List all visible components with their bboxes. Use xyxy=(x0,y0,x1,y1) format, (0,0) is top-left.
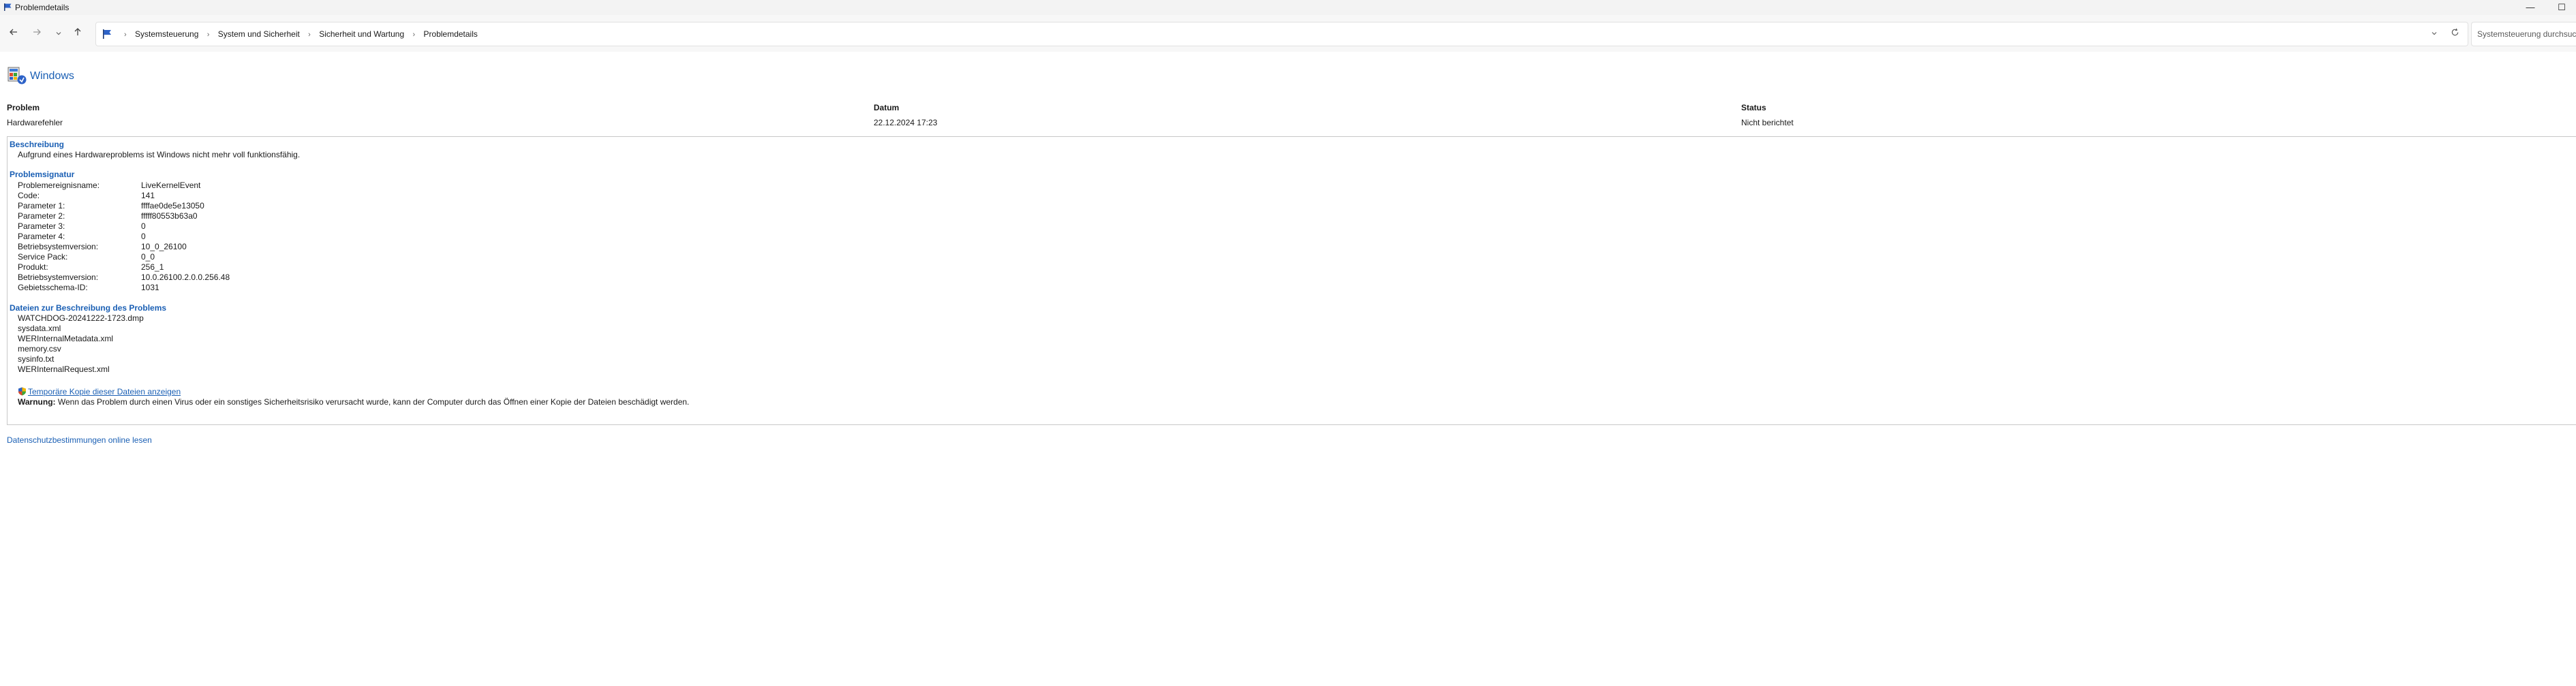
signature-value: 0 xyxy=(141,232,146,241)
warning-text: Wenn das Problem durch einen Virus oder … xyxy=(55,397,690,407)
privacy-link[interactable]: Datenschutzbestimmungen online lesen xyxy=(7,435,152,445)
description-text: Aufgrund eines Hardwareproblems ist Wind… xyxy=(18,150,301,159)
forward-button[interactable] xyxy=(29,27,44,42)
warning-label: Warnung: xyxy=(18,397,56,407)
chevron-down-icon xyxy=(2432,32,2437,35)
signature-label: Parameter 3: xyxy=(18,221,65,231)
recent-locations-button[interactable] xyxy=(51,27,66,42)
file-item: WATCHDOG-20241222-1723.dmp xyxy=(18,313,144,323)
breadcrumb: › Systemsteuerung › System und Sicherhei… xyxy=(118,22,478,46)
signature-label: Betriebsystemversion: xyxy=(18,242,99,251)
status-label: Status xyxy=(1741,103,1766,112)
navigation-bar: › Systemsteuerung › System und Sicherhei… xyxy=(0,15,2576,52)
file-item: WERInternalMetadata.xml xyxy=(18,334,114,343)
signature-label: Produkt: xyxy=(18,262,48,272)
signature-label: Parameter 4: xyxy=(18,232,65,241)
date-label: Datum xyxy=(874,103,900,112)
address-bar[interactable]: › Systemsteuerung › System und Sicherhei… xyxy=(95,22,2468,46)
signature-value: ffffae0de5e13050 xyxy=(141,201,204,211)
files-title: Dateien zur Beschreibung des Problems xyxy=(10,303,167,313)
date-value: 22.12.2024 17:23 xyxy=(874,118,938,127)
signature-value: 1031 xyxy=(141,283,159,292)
file-item: sysdata.xml xyxy=(18,324,61,333)
signature-value: 141 xyxy=(141,191,155,200)
signature-value: 10_0_26100 xyxy=(141,242,187,251)
signature-label: Parameter 1: xyxy=(18,201,65,211)
chevron-right-icon[interactable]: › xyxy=(207,23,210,46)
signature-label: Gebietsschema-ID: xyxy=(18,283,88,292)
up-button[interactable] xyxy=(70,27,85,42)
status-value: Nicht berichtet xyxy=(1741,118,1794,127)
signature-label: Service Pack: xyxy=(18,252,68,262)
back-button[interactable] xyxy=(6,27,21,42)
description-title: Beschreibung xyxy=(10,140,65,149)
file-item: sysinfo.txt xyxy=(18,354,55,364)
signature-value: 0 xyxy=(141,221,146,231)
maximize-button[interactable]: ☐ xyxy=(2546,0,2576,15)
minimize-button[interactable]: — xyxy=(2515,0,2546,15)
flag-icon xyxy=(103,29,111,39)
signature-value: 256_1 xyxy=(141,262,164,272)
problem-label: Problem xyxy=(7,103,40,112)
window-title: Problemdetails xyxy=(15,3,70,12)
signature-label: Problemereignisname: xyxy=(18,181,100,190)
chevron-down-icon xyxy=(56,32,61,35)
problem-details-panel: Beschreibung Aufgrund eines Hardwareprob… xyxy=(7,136,2576,425)
chevron-right-icon[interactable]: › xyxy=(308,23,311,46)
admin-shield-icon xyxy=(18,387,26,396)
file-item: WERInternalRequest.xml xyxy=(18,364,110,374)
breadcrumb-system-und-sicherheit[interactable]: System und Sicherheit xyxy=(218,22,300,46)
signature-value: LiveKernelEvent xyxy=(141,181,201,190)
title-bar: Problemdetails — ☐ xyxy=(0,0,2576,15)
search-input[interactable]: Systemsteuerung durchsuchen xyxy=(2471,22,2576,46)
refresh-button[interactable] xyxy=(2451,22,2459,46)
warning-message: Warnung: Wenn das Problem durch einen Vi… xyxy=(18,397,689,407)
temp-copy-row: Temporäre Kopie dieser Dateien anzeigen xyxy=(18,387,181,396)
chevron-right-icon[interactable]: › xyxy=(413,23,416,46)
signature-label: Parameter 2: xyxy=(18,211,65,221)
breadcrumb-sicherheit-und-wartung[interactable]: Sicherheit und Wartung xyxy=(319,22,404,46)
arrow-left-icon xyxy=(10,29,17,35)
arrow-up-icon xyxy=(74,28,81,35)
page-title: Windows xyxy=(30,70,74,82)
refresh-icon xyxy=(2451,28,2459,36)
problem-value: Hardwarefehler xyxy=(7,118,63,127)
signature-value: 10.0.26100.2.0.0.256.48 xyxy=(141,272,230,282)
file-item: memory.csv xyxy=(18,344,61,354)
chevron-right-icon: › xyxy=(124,31,127,39)
signature-value: fffff80553b63a0 xyxy=(141,211,198,221)
windows-problem-report-icon xyxy=(7,67,27,84)
signature-label: Betriebsystemversion: xyxy=(18,272,99,282)
signature-value: 0_0 xyxy=(141,252,155,262)
flag-icon xyxy=(4,3,12,11)
search-placeholder: Systemsteuerung durchsuchen xyxy=(2477,29,2576,39)
address-dropdown-button[interactable] xyxy=(2431,22,2438,46)
signature-label: Code: xyxy=(18,191,40,200)
signature-title: Problemsignatur xyxy=(10,170,75,179)
breadcrumb-problemdetails[interactable]: Problemdetails xyxy=(424,22,478,46)
breadcrumb-systemsteuerung[interactable]: Systemsteuerung xyxy=(135,22,198,46)
temp-copy-link[interactable]: Temporäre Kopie dieser Dateien anzeigen xyxy=(28,387,181,396)
arrow-right-icon xyxy=(33,29,41,35)
